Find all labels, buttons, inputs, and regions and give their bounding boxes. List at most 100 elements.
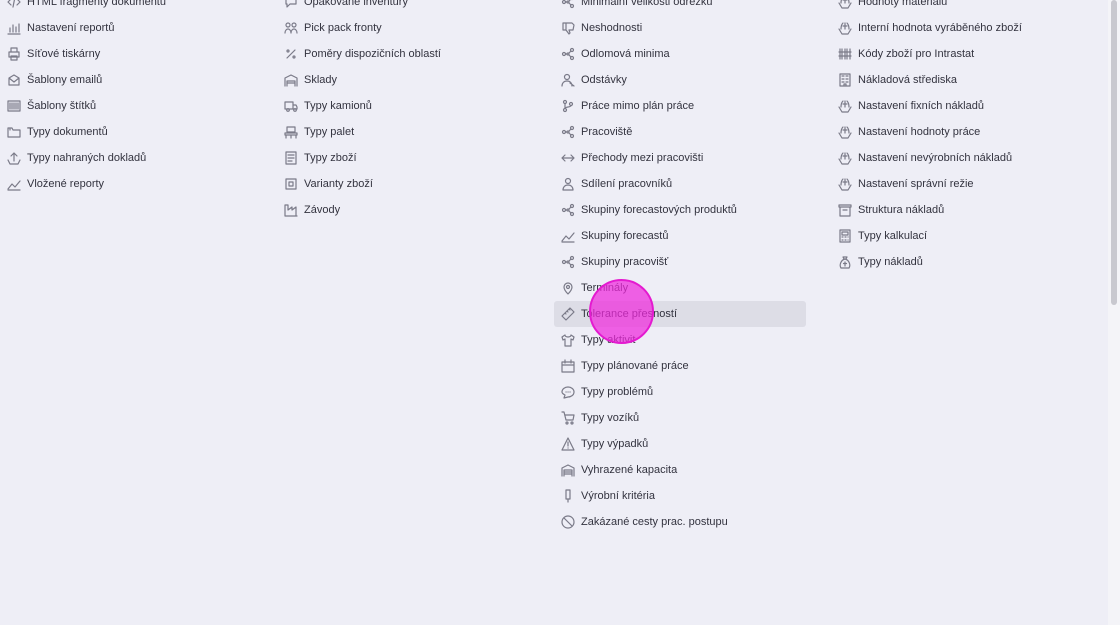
calculator-icon xyxy=(838,229,852,243)
settings-link-neshodnosti[interactable]: Neshodnosti xyxy=(554,15,806,41)
settings-link-pick-pack-fronty[interactable]: Pick pack fronty xyxy=(277,15,529,41)
settings-link-typy-nahranych-dokladu[interactable]: Typy nahraných dokladů xyxy=(0,145,252,171)
barcode-icon xyxy=(7,99,21,113)
settings-link-skupiny-pracovist[interactable]: Skupiny pracovišť xyxy=(554,249,806,275)
settings-link-pracoviste[interactable]: Pracoviště xyxy=(554,119,806,145)
settings-link-label: Síťové tiskárny xyxy=(27,48,101,60)
settings-link-html-fragmenty-dokumentu[interactable]: HTML fragmenty dokumentů xyxy=(0,0,252,15)
settings-link-nastaveni-hodnoty-prace[interactable]: Nastavení hodnoty práce xyxy=(831,119,1083,145)
scrollbar-thumb[interactable] xyxy=(1111,0,1117,305)
settings-link-label: Typy zboží xyxy=(304,152,357,164)
settings-column-4: Hodnoty materiálu Interní hodnota vyráběn… xyxy=(831,0,1083,275)
settings-link-label: Typy plánované práce xyxy=(581,360,689,372)
settings-link-label: Nastavení fixních nákladů xyxy=(858,100,984,112)
settings-link-label: Práce mimo plán práce xyxy=(581,100,695,112)
prohibited-icon xyxy=(561,515,575,529)
code-icon xyxy=(7,0,21,9)
settings-link-label: Sdílení pracovníků xyxy=(581,178,673,190)
settings-link-label: Nastavení hodnoty práce xyxy=(858,126,981,138)
settings-link-opakovane-inventury[interactable]: Opakované inventury xyxy=(277,0,529,15)
settings-link-typy-nakladu[interactable]: Typy nákladů xyxy=(831,249,1083,275)
settings-link-odlomova-minima[interactable]: Odlomová minima xyxy=(554,41,806,67)
settings-link-sklady[interactable]: Sklady xyxy=(277,67,529,93)
garage-icon xyxy=(561,463,575,477)
settings-link-zakazane-cesty-prac-postupu[interactable]: Zakázané cesty prac. postupu xyxy=(554,509,806,535)
settings-link-typy-problemu[interactable]: Typy problémů xyxy=(554,379,806,405)
ruler-icon xyxy=(561,307,575,321)
network-icon xyxy=(561,0,575,9)
settings-link-typy-planovane-prace[interactable]: Typy plánované práce xyxy=(554,353,806,379)
settings-link-typy-kalkulaci[interactable]: Typy kalkulací xyxy=(831,223,1083,249)
settings-link-label: Opakované inventury xyxy=(304,0,408,8)
settings-link-nastaveni-nevyrobnich-nakladu[interactable]: Nastavení nevýrobních nákladů xyxy=(831,145,1083,171)
settings-link-label: Nastavení nevýrobních nákladů xyxy=(858,152,1013,164)
settings-link-prechody-mezi-pracovisti[interactable]: Přechody mezi pracovišti xyxy=(554,145,806,171)
settings-link-sablony-emailu[interactable]: Šablony emailů xyxy=(0,67,252,93)
settings-link-typy-voziku[interactable]: Typy vozíků xyxy=(554,405,806,431)
settings-link-nastaveni-spravni-rezie[interactable]: Nastavení správní režie xyxy=(831,171,1083,197)
money-bag-icon xyxy=(838,255,852,269)
settings-link-label: Skupiny forecastových produktů xyxy=(581,204,737,216)
upload-icon xyxy=(7,151,21,165)
line-chart-icon xyxy=(7,177,21,191)
settings-link-skupiny-forecastovych-produktu[interactable]: Skupiny forecastových produktů xyxy=(554,197,806,223)
settings-link-typy-palet[interactable]: Typy palet xyxy=(277,119,529,145)
arrows-horizontal-icon xyxy=(561,151,575,165)
settings-link-sdileni-pracovniku[interactable]: Sdílení pracovníků xyxy=(554,171,806,197)
settings-link-typy-dokumentu[interactable]: Typy dokumentů xyxy=(0,119,252,145)
settings-link-terminaly[interactable]: Terminály xyxy=(554,275,806,301)
settings-link-kody-zbozi-pro-intrastat[interactable]: Kódy zboží pro Intrastat xyxy=(831,41,1083,67)
settings-link-vyrobni-kriteria[interactable]: Výrobní kritéria xyxy=(554,483,806,509)
settings-link-odstavky[interactable]: Odstávky xyxy=(554,67,806,93)
settings-link-vyhrazene-kapacita[interactable]: Vyhrazené kapacita xyxy=(554,457,806,483)
settings-link-label: Struktura nákladů xyxy=(858,204,945,216)
coins-hand-icon xyxy=(838,21,852,35)
settings-link-sablony-stitku[interactable]: Šablony štítků xyxy=(0,93,252,119)
settings-link-label: Nastavení reportů xyxy=(27,22,115,34)
settings-link-label: Skupiny forecastů xyxy=(581,230,669,242)
line-chart-icon xyxy=(561,229,575,243)
settings-link-prace-mimo-plan-prace[interactable]: Práce mimo plán práce xyxy=(554,93,806,119)
settings-link-label: Skupiny pracovišť xyxy=(581,256,669,268)
settings-link-label: Sklady xyxy=(304,74,338,86)
settings-link-label: Vyhrazené kapacita xyxy=(581,464,678,476)
network-icon xyxy=(561,47,575,61)
settings-link-label: Tolerance přesností xyxy=(581,308,677,320)
settings-link-nastaveni-fixnich-nakladu[interactable]: Nastavení fixních nákladů xyxy=(831,93,1083,119)
warning-icon xyxy=(561,437,575,451)
settings-link-struktura-nakladu[interactable]: Struktura nákladů xyxy=(831,197,1083,223)
settings-link-typy-zbozi[interactable]: Typy zboží xyxy=(277,145,529,171)
settings-link-label: Terminály xyxy=(581,282,629,294)
calendar-icon xyxy=(561,359,575,373)
percent-icon xyxy=(284,47,298,61)
coins-hand-icon xyxy=(838,125,852,139)
settings-link-typy-kamionu[interactable]: Typy kamionů xyxy=(277,93,529,119)
settings-link-interni-hodnota-vyrabeneho-zbozi[interactable]: Interní hodnota vyráběného zboží xyxy=(831,15,1083,41)
settings-link-hodnoty-materialu[interactable]: Hodnoty materiálu xyxy=(831,0,1083,15)
settings-link-label: Interní hodnota vyráběného zboží xyxy=(858,22,1022,34)
settings-link-sitove-tiskarny[interactable]: Síťové tiskárny xyxy=(0,41,252,67)
thumb-down-icon xyxy=(561,21,575,35)
truck-icon xyxy=(284,99,298,113)
person-off-icon xyxy=(561,73,575,87)
settings-link-minimalni-velikosti-odrezku[interactable]: Minimální velikosti odřezků xyxy=(554,0,806,15)
settings-link-skupiny-forecastu[interactable]: Skupiny forecastů xyxy=(554,223,806,249)
settings-link-pomery-dispozicnich-oblasti[interactable]: Poměry dispozičních oblastí xyxy=(277,41,529,67)
email-template-icon xyxy=(7,73,21,87)
settings-link-varianty-zbozi[interactable]: Varianty zboží xyxy=(277,171,529,197)
settings-link-nakladova-strediska[interactable]: Nákladová střediska xyxy=(831,67,1083,93)
settings-link-label: Typy nahraných dokladů xyxy=(27,152,147,164)
settings-link-label: Nastavení správní režie xyxy=(858,178,974,190)
settings-link-vlozene-reporty[interactable]: Vložené reporty xyxy=(0,171,252,197)
settings-link-nastaveni-reportu[interactable]: Nastavení reportů xyxy=(0,15,252,41)
settings-link-zavody[interactable]: Závody xyxy=(277,197,529,223)
coins-hand-icon xyxy=(838,0,852,9)
settings-link-label: Šablony štítků xyxy=(27,100,97,112)
folder-icon xyxy=(7,125,21,139)
settings-link-typy-vypadku[interactable]: Typy výpadků xyxy=(554,431,806,457)
settings-link-typy-aktivit[interactable]: Typy aktivit xyxy=(554,327,806,353)
cart-icon xyxy=(561,411,575,425)
settings-link-tolerance-presnosti[interactable]: Tolerance přesností xyxy=(554,301,806,327)
vertical-scrollbar[interactable] xyxy=(1108,0,1120,625)
settings-link-label: Typy problémů xyxy=(581,386,654,398)
